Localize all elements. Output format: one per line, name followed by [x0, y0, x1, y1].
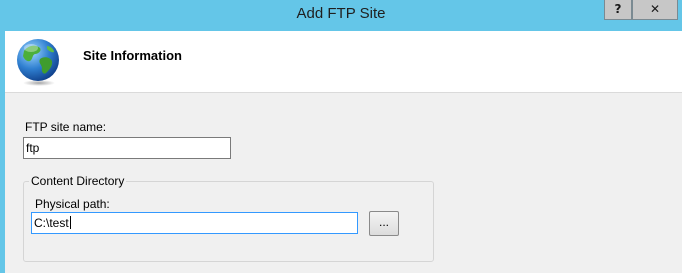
window-title: Add FTP Site: [296, 5, 386, 22]
physical-path-value: C:\test: [34, 216, 69, 230]
add-ftp-site-dialog: Add FTP Site ? ✕ Site Information FTP si…: [0, 0, 682, 273]
wizard-header: Site Information: [0, 31, 682, 93]
globe-icon: [17, 39, 59, 86]
browse-button[interactable]: ...: [369, 211, 399, 236]
help-button[interactable]: ?: [604, 0, 632, 20]
content-directory-legend: Content Directory: [29, 174, 127, 188]
physical-path-input[interactable]: C:\test: [31, 212, 358, 234]
text-caret: [69, 216, 71, 229]
physical-path-label: Physical path:: [35, 197, 110, 211]
window-border-left-body: [0, 93, 5, 273]
close-button[interactable]: ✕: [632, 0, 678, 20]
site-name-label: FTP site name:: [25, 120, 107, 134]
window-border-left: [0, 31, 5, 93]
title-bar[interactable]: Add FTP Site ? ✕: [0, 0, 682, 31]
site-name-value: ftp: [26, 141, 40, 155]
header-title: Site Information: [83, 48, 182, 63]
site-name-input[interactable]: ftp: [23, 137, 231, 159]
